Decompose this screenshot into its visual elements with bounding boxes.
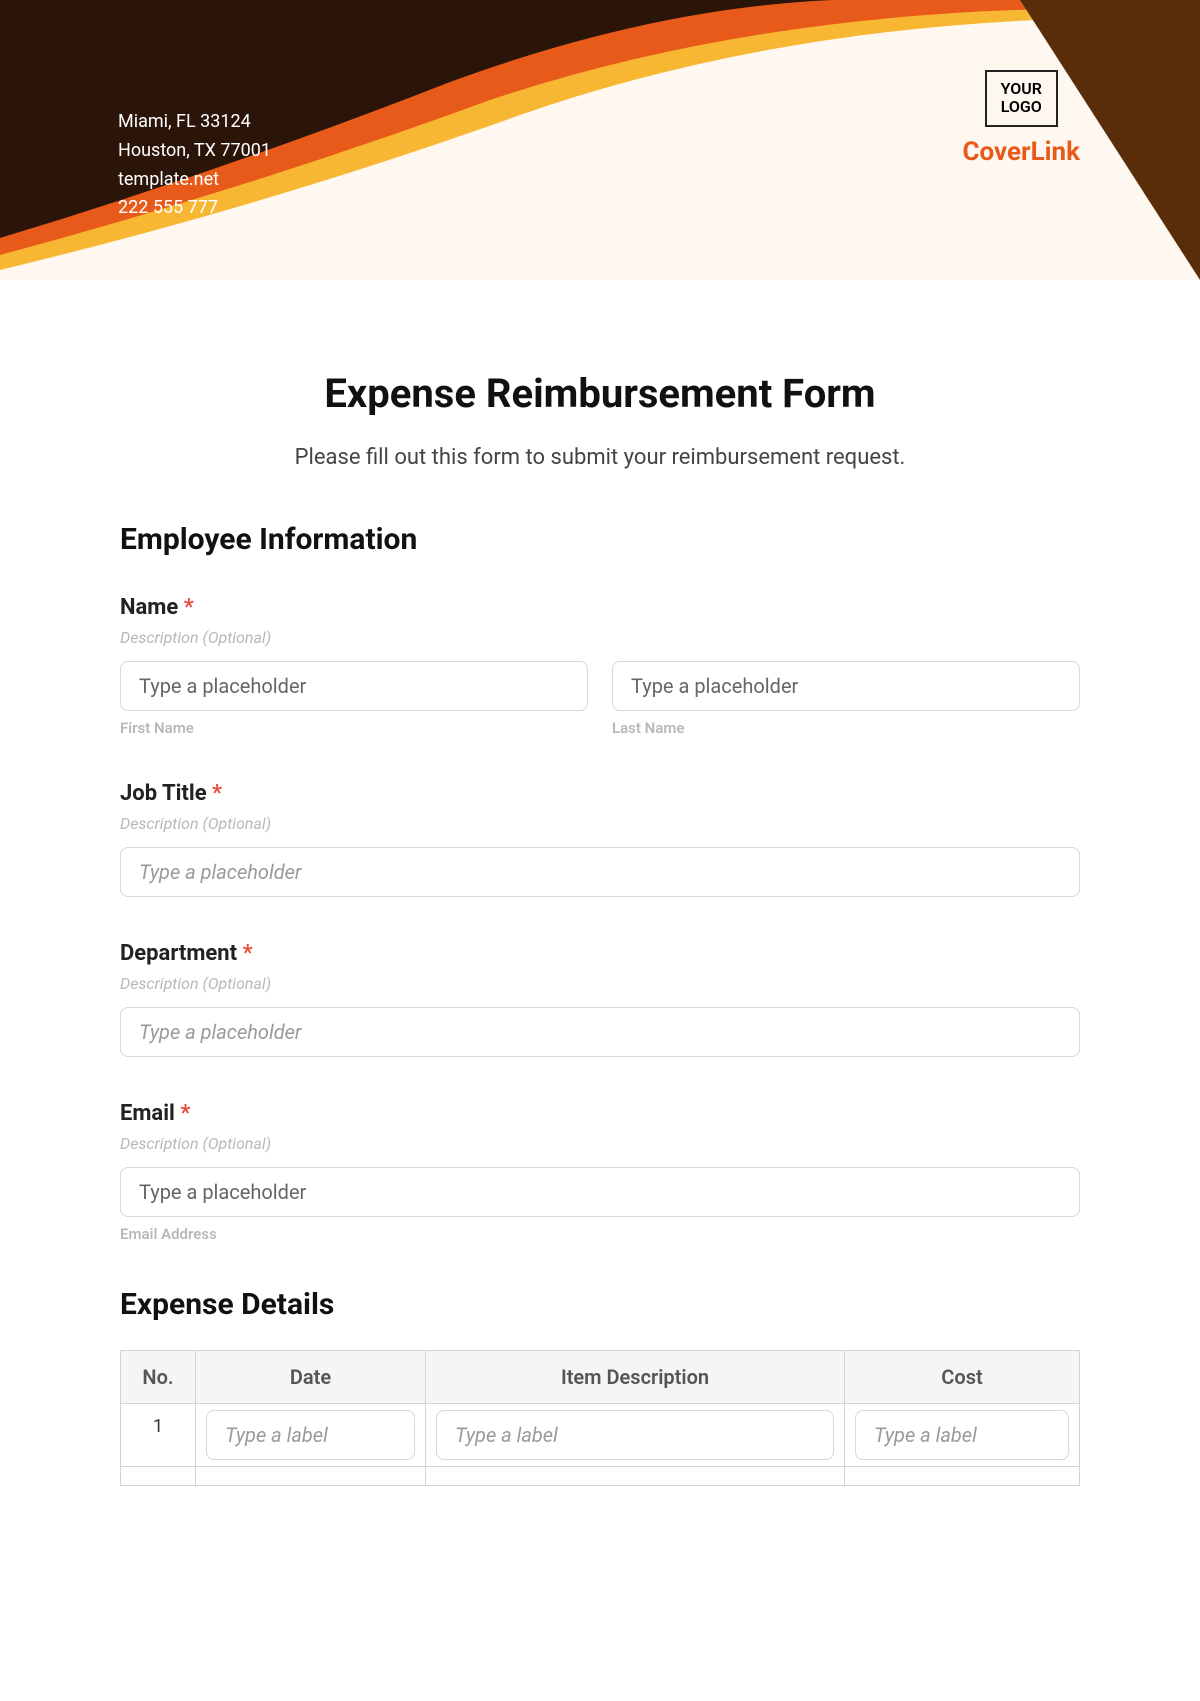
- field-email: Email * Description (Optional) Email Add…: [120, 1101, 1080, 1243]
- job-label: Job Title *: [120, 781, 1080, 806]
- col-item: Item Description: [426, 1351, 845, 1404]
- last-name-input[interactable]: [612, 661, 1080, 711]
- name-desc: Description (Optional): [120, 628, 1080, 647]
- dept-desc: Description (Optional): [120, 974, 1080, 993]
- section-details-heading: Expense Details: [120, 1287, 1080, 1322]
- job-desc: Description (Optional): [120, 814, 1080, 833]
- address-line2: Houston, TX 77001: [118, 137, 271, 166]
- name-label: Name *: [120, 595, 1080, 620]
- form-content: Expense Reimbursement Form Please fill o…: [0, 280, 1200, 1526]
- website: template.net: [118, 166, 271, 195]
- first-name-input[interactable]: [120, 661, 588, 711]
- row2-no: [121, 1467, 196, 1486]
- first-name-sublabel: First Name: [120, 719, 588, 737]
- department-input[interactable]: [120, 1007, 1080, 1057]
- header-banner: Miami, FL 33124 Houston, TX 77001 templa…: [0, 0, 1200, 280]
- table-row: 1: [121, 1404, 1080, 1467]
- dept-label: Department *: [120, 941, 1080, 966]
- field-job-title: Job Title * Description (Optional): [120, 781, 1080, 897]
- job-title-input[interactable]: [120, 847, 1080, 897]
- last-name-sublabel: Last Name: [612, 719, 1080, 737]
- email-desc: Description (Optional): [120, 1134, 1080, 1153]
- phone: 222 555 777: [118, 194, 271, 223]
- col-no: No.: [121, 1351, 196, 1404]
- row1-cost-input[interactable]: [855, 1410, 1069, 1460]
- page-subtitle: Please fill out this form to submit your…: [120, 445, 1080, 470]
- email-sublabel: Email Address: [120, 1225, 1080, 1243]
- expense-table: No. Date Item Description Cost 1: [120, 1350, 1080, 1486]
- section-employee-heading: Employee Information: [120, 522, 1080, 557]
- row1-no: 1: [121, 1404, 196, 1467]
- company-address: Miami, FL 33124 Houston, TX 77001 templa…: [118, 108, 271, 223]
- address-line1: Miami, FL 33124: [118, 108, 271, 137]
- email-label: Email *: [120, 1101, 1080, 1126]
- table-header-row: No. Date Item Description Cost: [121, 1351, 1080, 1404]
- table-row: [121, 1467, 1080, 1486]
- col-cost: Cost: [845, 1351, 1080, 1404]
- field-name: Name * Description (Optional) First Name…: [120, 595, 1080, 737]
- logo-area: YOUR LOGO CoverLink: [963, 70, 1080, 167]
- col-date: Date: [196, 1351, 426, 1404]
- row1-item-input[interactable]: [436, 1410, 834, 1460]
- page-title: Expense Reimbursement Form: [120, 370, 1080, 417]
- row1-date-input[interactable]: [206, 1410, 415, 1460]
- logo-placeholder: YOUR LOGO: [985, 70, 1058, 127]
- email-input[interactable]: [120, 1167, 1080, 1217]
- field-department: Department * Description (Optional): [120, 941, 1080, 1057]
- brand-name: CoverLink: [963, 137, 1080, 167]
